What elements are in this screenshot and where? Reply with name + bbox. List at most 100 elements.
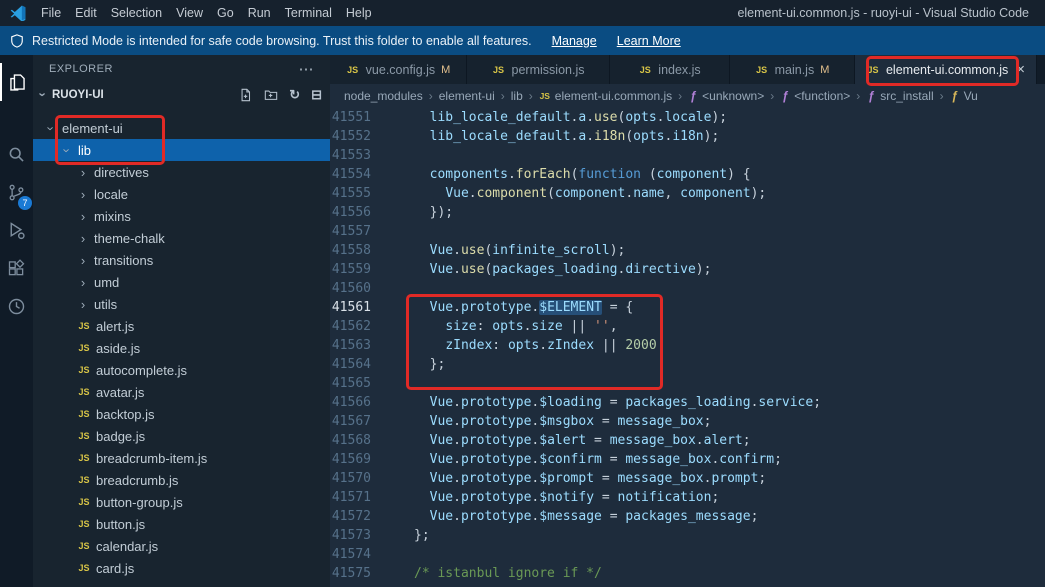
- tree-item-label: card.js: [96, 560, 135, 576]
- code-editor[interactable]: 41551 lib_locale_default.a.use(opts.loca…: [330, 108, 1045, 587]
- breadcrumb-item[interactable]: JS element-ui.common.js: [539, 89, 673, 103]
- chevron-right-icon: ›: [80, 252, 86, 268]
- code-line: 41574: [330, 545, 1045, 564]
- tree-item-label: locale: [94, 186, 128, 202]
- tree-item-mixins[interactable]: › mixins: [33, 205, 330, 227]
- tree-item-locale[interactable]: › locale: [33, 183, 330, 205]
- tree-item-breadcrumb-item-js[interactable]: JS breadcrumb-item.js: [33, 447, 330, 469]
- tree-item-breadcrumb-js[interactable]: JS breadcrumb.js: [33, 469, 330, 491]
- tree-item-theme-chalk[interactable]: › theme-chalk: [33, 227, 330, 249]
- menu-selection[interactable]: Selection: [104, 6, 169, 20]
- refresh-icon[interactable]: ↻: [289, 87, 300, 103]
- tab-bar: JS vue.config.js M JS permission.js JS index.j…: [330, 55, 1045, 84]
- tree-item-label: directives: [94, 164, 149, 180]
- line-number: 41572: [331, 509, 371, 524]
- tree-item-backtop-js[interactable]: JS backtop.js: [33, 403, 330, 425]
- code-token: Vue: [429, 433, 454, 448]
- line-number: 41564: [331, 357, 371, 372]
- code-line: 41556 });: [330, 203, 1045, 222]
- tree-item-autocomplete-js[interactable]: JS autocomplete.js: [33, 359, 330, 381]
- code-token: use: [594, 110, 618, 125]
- menu-view[interactable]: View: [169, 6, 210, 20]
- tree-item-umd[interactable]: › umd: [33, 271, 330, 293]
- menu-edit[interactable]: Edit: [68, 6, 104, 20]
- project-section-header[interactable]: › RUOYI-UI ↻ ⊟: [33, 83, 330, 106]
- code-token: .: [453, 490, 461, 505]
- menu-help[interactable]: Help: [339, 6, 379, 20]
- more-actions-icon[interactable]: ⋯: [299, 60, 315, 78]
- code-line: 41571 Vue.prototype.$notify = notificati…: [330, 488, 1045, 507]
- breadcrumb-item[interactable]: ƒ Vu: [950, 89, 978, 103]
- code-token: ;: [742, 433, 751, 448]
- code-token: ;: [703, 414, 712, 429]
- breadcrumb-item[interactable]: lib: [511, 89, 523, 103]
- menu-run[interactable]: Run: [241, 6, 278, 20]
- tree-item-button-group-js[interactable]: JS button-group.js: [33, 491, 330, 513]
- new-folder-icon[interactable]: [264, 88, 278, 102]
- new-file-icon[interactable]: [239, 88, 253, 102]
- tree-item-transitions[interactable]: › transitions: [33, 249, 330, 271]
- code-token: message_box: [617, 414, 704, 429]
- tree-item-directives[interactable]: › directives: [33, 161, 330, 183]
- code-token: Vue: [429, 452, 454, 467]
- tab-permission-js[interactable]: JS permission.js: [467, 55, 610, 84]
- tab-label: vue.config.js: [365, 62, 436, 77]
- code-token: =: [601, 509, 626, 524]
- run-debug-icon[interactable]: [0, 211, 33, 249]
- manage-link[interactable]: Manage: [552, 34, 597, 48]
- tab-index-js[interactable]: JS index.js: [610, 55, 730, 84]
- breadcrumb-label: src_install: [880, 89, 934, 103]
- chevron-right-icon: ›: [500, 89, 505, 103]
- extensions-icon[interactable]: [0, 249, 33, 287]
- tree-item-button-js[interactable]: JS button.js: [33, 513, 330, 535]
- editor-area: JS vue.config.js M JS permission.js JS index.j…: [330, 55, 1045, 587]
- code-line: 41565: [330, 374, 1045, 393]
- line-number: 41557: [331, 224, 371, 239]
- tree-item-badge-js[interactable]: JS badge.js: [33, 425, 330, 447]
- search-icon[interactable]: [0, 135, 33, 173]
- code-text: Vue.prototype.$loading = packages_loadin…: [392, 393, 821, 412]
- code-text: lib_locale_default.a.use(opts.locale);: [392, 108, 727, 127]
- tree-item-card-js[interactable]: JS card.js: [33, 557, 330, 579]
- code-token: i18n: [594, 129, 626, 144]
- tab-main-js[interactable]: JS main.js M: [730, 55, 855, 84]
- tab-vue-config-js[interactable]: JS vue.config.js M: [330, 55, 467, 84]
- breadcrumb-item[interactable]: ƒ <unknown>: [688, 89, 764, 103]
- breadcrumb-item[interactable]: ƒ <function>: [780, 89, 850, 103]
- code-text: lib_locale_default.a.i18n(opts.i18n);: [392, 127, 720, 146]
- chevron-right-icon: ›: [939, 89, 944, 103]
- collapse-all-icon[interactable]: ⊟: [311, 87, 322, 103]
- learn-more-link[interactable]: Learn More: [617, 34, 681, 48]
- close-icon[interactable]: ×: [1016, 61, 1025, 78]
- js-file-icon: JS: [78, 321, 90, 331]
- remote-explorer-icon[interactable]: [0, 287, 33, 325]
- activity-bar: 7: [0, 55, 33, 587]
- code-line: 41564 };: [330, 355, 1045, 374]
- line-number: 41575: [331, 566, 371, 581]
- tab-element-ui-common-js[interactable]: JS element-ui.common.js ×: [855, 55, 1037, 84]
- tree-item-calendar-js[interactable]: JS calendar.js: [33, 535, 330, 557]
- tree-item-lib[interactable]: › lib: [33, 139, 330, 161]
- menu-terminal[interactable]: Terminal: [278, 6, 339, 20]
- source-control-icon[interactable]: 7: [0, 173, 33, 211]
- line-number: 41552: [331, 129, 371, 144]
- tree-item-element-ui[interactable]: › element-ui: [33, 117, 330, 139]
- code-line: 41572 Vue.prototype.$message = packages_…: [330, 507, 1045, 526]
- line-number: 41574: [331, 547, 371, 562]
- menu-go[interactable]: Go: [210, 6, 241, 20]
- tree-item-utils[interactable]: › utils: [33, 293, 330, 315]
- code-token: (: [625, 129, 634, 144]
- tree-item-alert-js[interactable]: JS alert.js: [33, 315, 330, 337]
- tab-label: index.js: [658, 62, 701, 77]
- chevron-right-icon: ›: [856, 89, 861, 103]
- breadcrumb-item[interactable]: ƒ src_install: [866, 89, 934, 103]
- breadcrumb-item[interactable]: element-ui: [439, 89, 495, 103]
- breadcrumb-item[interactable]: node_modules: [344, 89, 423, 103]
- menu-file[interactable]: File: [34, 6, 68, 20]
- tree-item-aside-js[interactable]: JS aside.js: [33, 337, 330, 359]
- js-file-icon: JS: [78, 409, 90, 419]
- code-token: });: [429, 205, 454, 220]
- tree-item-avatar-js[interactable]: JS avatar.js: [33, 381, 330, 403]
- explorer-icon[interactable]: [0, 63, 33, 101]
- symbol-icon: ƒ: [781, 89, 789, 103]
